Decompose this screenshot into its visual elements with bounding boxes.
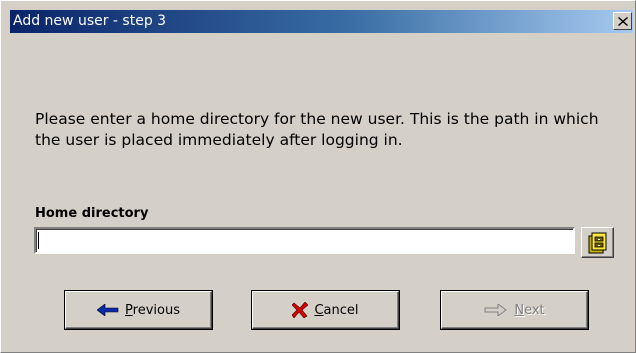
cancel-button-label: Cancel xyxy=(314,302,359,318)
folder-browse-icon xyxy=(588,232,606,253)
browse-folder-button[interactable] xyxy=(581,227,614,258)
instructions-text: Please enter a home directory for the ne… xyxy=(35,110,599,149)
red-x-icon xyxy=(292,302,309,318)
previous-button-label: Previous xyxy=(125,302,180,318)
window-title: Add new user - step 3 xyxy=(13,13,167,29)
previous-button[interactable]: Previous xyxy=(65,291,212,329)
close-icon xyxy=(617,16,628,26)
title-bar[interactable]: Add new user - step 3 xyxy=(10,10,633,33)
home-directory-label: Home directory xyxy=(35,206,149,221)
text-caret xyxy=(38,232,39,249)
home-directory-input[interactable] xyxy=(34,227,575,254)
cancel-button[interactable]: Cancel xyxy=(252,291,399,329)
left-arrow-icon xyxy=(97,304,119,316)
right-arrow-icon xyxy=(484,304,508,316)
dialog-window: Add new user - step 3 Please enter a hom… xyxy=(0,0,636,353)
close-button[interactable] xyxy=(613,12,632,30)
next-button-label: Next xyxy=(514,302,545,318)
next-button[interactable]: Next xyxy=(441,291,588,329)
